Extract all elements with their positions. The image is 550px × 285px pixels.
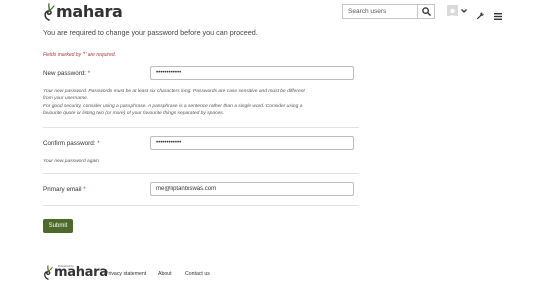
privacy-statement-link[interactable]: Privacy statement: [105, 271, 146, 277]
description-line: For good security, consider using a pass…: [43, 103, 303, 109]
confirm-password-description: Your new password again: [43, 159, 100, 164]
primary-email-field[interactable]: [150, 182, 354, 196]
user-menu[interactable]: [447, 5, 467, 16]
about-link[interactable]: About: [158, 271, 172, 277]
mahara-logo-icon: [44, 3, 55, 21]
new-password-description: Your new password. Passwords must be at …: [43, 88, 305, 118]
submit-button[interactable]: Submit: [43, 219, 73, 233]
primary-email-label-text: Primary email: [43, 186, 82, 193]
search-icon: [421, 7, 431, 16]
required-mark: *: [87, 70, 91, 77]
divider: [43, 127, 359, 128]
main-menu-button[interactable]: [494, 7, 502, 25]
avatar: [447, 5, 458, 16]
site-header: mahara: [0, 0, 550, 24]
admin-button[interactable]: [476, 7, 484, 25]
description-line: favourite quote or listing two (or more)…: [43, 111, 225, 117]
contact-us-link[interactable]: Contact us: [185, 271, 210, 277]
required-mark: *: [97, 140, 100, 147]
search-button[interactable]: [417, 5, 434, 18]
hamburger-icon: [494, 13, 502, 20]
mahara-logo-icon: [44, 265, 53, 280]
avatar-icon: [449, 8, 456, 16]
new-password-label: New password: *: [43, 70, 90, 77]
description-line: from your username.: [43, 96, 89, 102]
divider: [43, 205, 359, 206]
confirm-password-field[interactable]: [150, 136, 354, 150]
footer-logo-text: mahara: [54, 265, 108, 280]
logo-text: mahara: [56, 2, 123, 21]
confirm-password-label-text: Confirm password:: [43, 140, 96, 147]
new-password-field[interactable]: [150, 66, 354, 80]
search-input[interactable]: [343, 5, 417, 18]
chevron-down-icon: [461, 8, 467, 13]
mahara-logo[interactable]: mahara: [43, 3, 123, 21]
primary-email-label: Primary email *: [43, 186, 86, 193]
password-change-notice: You are required to change your password…: [43, 28, 258, 37]
required-mark: *: [83, 186, 86, 193]
confirm-password-label: Confirm password: *: [43, 140, 100, 147]
search-box: [342, 4, 435, 19]
required-fields-note: Fields marked by '*' are required.: [43, 52, 117, 58]
description-line: Your new password. Passwords must be at …: [43, 89, 305, 94]
wrench-icon: [476, 12, 484, 20]
new-password-label-text: New password:: [43, 70, 87, 77]
footer-logo[interactable]: mahara: [43, 265, 108, 280]
divider: [43, 173, 359, 174]
